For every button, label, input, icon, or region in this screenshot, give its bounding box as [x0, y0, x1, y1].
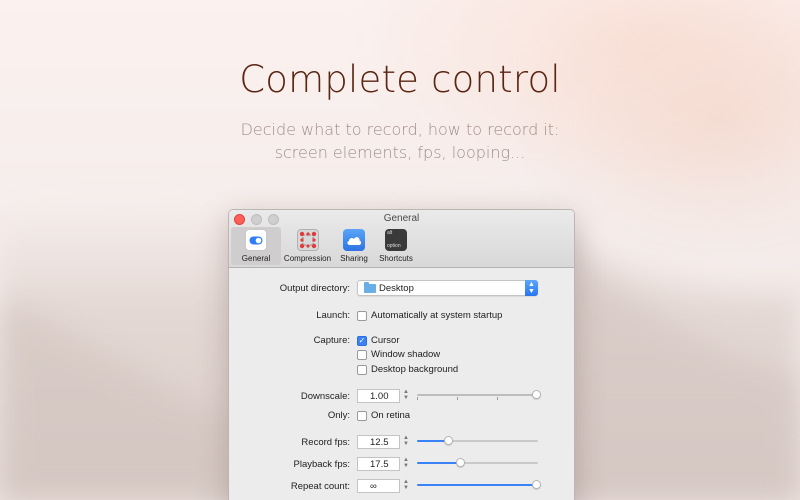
- slider-tick: [457, 397, 458, 400]
- general-settings-pane: Output directory: Desktop ▲ ▼ Launch: Aut…: [229, 268, 574, 500]
- checkmark-icon: ✓: [357, 335, 367, 346]
- record-fps-label: Record fps:: [301, 437, 350, 448]
- repeat-count-label: Repeat count:: [290, 481, 350, 492]
- subline: Decide what to record, how to record it:…: [0, 118, 800, 164]
- repeat-count-slider[interactable]: [417, 480, 541, 490]
- slider-knob[interactable]: [456, 458, 465, 467]
- tab-compression-label: Compression: [283, 254, 332, 263]
- playback-fps-stepper[interactable]: ▲ ▼: [402, 457, 410, 471]
- launch-at-startup-checkbox[interactable]: Automatically at system startup: [357, 310, 502, 321]
- title-bar: General General Compression Sharing alt …: [229, 210, 574, 268]
- playback-fps-slider[interactable]: [417, 458, 538, 468]
- capture-window-shadow-checkbox[interactable]: Window shadow: [357, 349, 440, 360]
- toggle-icon: [245, 229, 267, 251]
- tab-sharing-label: Sharing: [340, 254, 368, 263]
- tab-sharing[interactable]: Sharing: [334, 227, 374, 265]
- keyboard-option-icon: alt option: [385, 229, 407, 251]
- slider-fill: [417, 484, 536, 486]
- key-alt-text: alt: [387, 230, 393, 236]
- tab-general-label: General: [241, 254, 271, 263]
- checkbox-box: [357, 310, 367, 321]
- downscale-label: Downscale:: [300, 391, 350, 402]
- output-directory-popup[interactable]: Desktop ▲ ▼: [357, 280, 538, 296]
- capture-desktop-background-checkbox[interactable]: Desktop background: [357, 364, 458, 375]
- checkbox-box: [357, 349, 367, 360]
- tab-compression[interactable]: Compression: [281, 227, 334, 265]
- playback-fps-label: Playback fps:: [293, 459, 351, 470]
- record-fps-stepper[interactable]: ▲ ▼: [402, 435, 410, 449]
- cloud-icon: [343, 229, 365, 251]
- slider-track: [417, 394, 538, 396]
- launch-label: Launch:: [316, 310, 350, 321]
- capture-desktop-background-text: Desktop background: [371, 364, 459, 375]
- repeat-count-field[interactable]: ∞: [357, 479, 400, 493]
- only-on-retina-text: On retina: [371, 410, 411, 421]
- record-fps-slider[interactable]: [417, 436, 538, 446]
- slider-knob[interactable]: [532, 480, 541, 489]
- checkbox-box: [357, 410, 367, 421]
- tab-shortcuts[interactable]: alt option Shortcuts: [374, 227, 418, 265]
- slider-tick: [417, 397, 418, 400]
- key-option-text: option: [387, 243, 401, 249]
- capture-cursor-text: Cursor: [371, 335, 400, 346]
- popup-chevrons-icon: ▲ ▼: [525, 280, 538, 296]
- capture-label: Capture:: [313, 335, 350, 346]
- preferences-window: General General Compression Sharing alt …: [228, 209, 575, 500]
- repeat-count-stepper[interactable]: ▲ ▼: [402, 479, 410, 493]
- slider-fill: [417, 462, 460, 464]
- downscale-slider[interactable]: [417, 390, 541, 400]
- folder-icon: [364, 282, 376, 293]
- output-directory-label: Output directory:: [279, 283, 350, 294]
- downscale-stepper[interactable]: ▲ ▼: [402, 389, 410, 403]
- compression-icon: [296, 229, 319, 251]
- slider-tick: [497, 397, 498, 400]
- only-label: Only:: [327, 410, 350, 421]
- capture-window-shadow-text: Window shadow: [371, 349, 441, 360]
- slider-knob[interactable]: [444, 436, 453, 445]
- tab-shortcuts-label: Shortcuts: [379, 254, 413, 263]
- downscale-field[interactable]: 1.00: [357, 389, 400, 403]
- subline-line-1: Decide what to record, how to record it:: [240, 120, 560, 139]
- headline: Complete control: [239, 58, 561, 101]
- capture-cursor-checkbox[interactable]: ✓ Cursor: [357, 335, 400, 346]
- preferences-toolbar: General Compression Sharing alt option S…: [231, 227, 418, 265]
- only-on-retina-checkbox[interactable]: On retina: [357, 410, 410, 421]
- record-fps-field[interactable]: 12.5: [357, 435, 400, 449]
- output-directory-value: Desktop: [379, 283, 414, 294]
- slider-knob[interactable]: [532, 390, 541, 399]
- window-title: General: [383, 213, 420, 224]
- subline-line-2: screen elements, fps, looping...: [274, 143, 526, 162]
- tab-general[interactable]: General: [231, 227, 281, 265]
- playback-fps-field[interactable]: 17.5: [357, 457, 400, 471]
- launch-at-startup-text: Automatically at system startup: [371, 310, 503, 321]
- checkbox-box: [357, 364, 367, 375]
